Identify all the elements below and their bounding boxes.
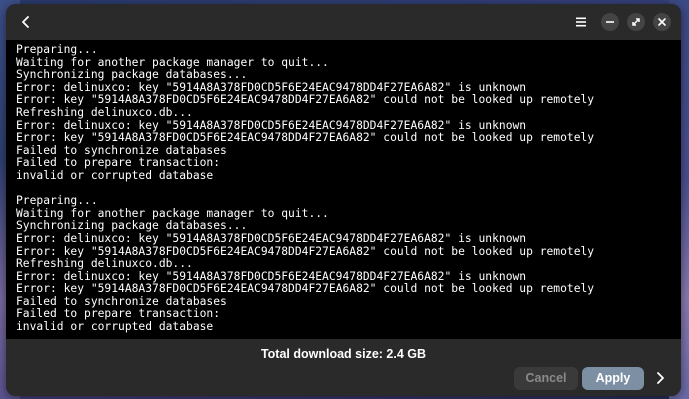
terminal-line: Synchronizing package databases... [16,68,248,82]
menu-button[interactable] [572,13,590,31]
cancel-button[interactable]: Cancel [514,367,578,390]
chevron-right-icon [657,372,664,384]
app-window: Preparing... Waiting for another package… [6,4,681,396]
footer-bar: Total download size: 2.4 GB Cancel Apply [6,339,681,396]
terminal-line: Refreshing delinuxco.db... [16,257,193,271]
terminal-line: Refreshing delinuxco.db... [16,105,193,119]
terminal-line: Error: key "5914A8A378FD0CD5F6E24EAC9478… [16,244,595,258]
terminal-line: Preparing... [16,43,98,56]
terminal-line: Error: delinuxco: key "5914A8A378FD0CD5F… [16,118,527,132]
hamburger-menu-icon [576,17,586,27]
terminal-line: Error: delinuxco: key "5914A8A378FD0CD5F… [16,231,527,245]
terminal-line: Failed to prepare transaction: [16,156,221,170]
chevron-left-icon [22,16,29,28]
terminal-line: Waiting for another package manager to q… [16,206,329,220]
terminal-line: Error: delinuxco: key "5914A8A378FD0CD5F… [16,269,527,283]
close-button[interactable] [653,13,671,31]
terminal-text: Preparing... Waiting for another package… [6,40,681,334]
terminal-output[interactable]: Preparing... Waiting for another package… [6,40,681,339]
terminal-line: Error: delinuxco: key "5914A8A378FD0CD5F… [16,80,527,94]
terminal-line: invalid or corrupted database [16,168,214,182]
terminal-line: Error: key "5914A8A378FD0CD5F6E24EAC9478… [16,131,595,145]
minimize-button[interactable] [601,13,619,31]
terminal-line: invalid or corrupted database [16,320,214,334]
total-download-size: Total download size: 2.4 GB [260,347,427,361]
apply-button[interactable]: Apply [582,367,644,390]
terminal-line: Error: key "5914A8A378FD0CD5F6E24EAC9478… [16,93,595,107]
terminal-line: Failed to prepare transaction: [16,307,221,321]
next-button[interactable] [651,369,669,387]
back-button[interactable] [15,11,37,33]
maximize-icon [632,18,640,26]
headerbar [6,4,681,40]
terminal-line: Failed to synchronize databases [16,143,227,157]
terminal-line: Error: key "5914A8A378FD0CD5F6E24EAC9478… [16,282,595,296]
terminal-line: Synchronizing package databases... [16,219,248,233]
maximize-button[interactable] [627,13,645,31]
terminal-line: Preparing... [16,194,98,208]
close-icon [658,18,666,26]
terminal-line: Waiting for another package manager to q… [16,55,329,69]
terminal-line: Failed to synchronize databases [16,294,227,308]
minimize-icon [606,21,614,23]
